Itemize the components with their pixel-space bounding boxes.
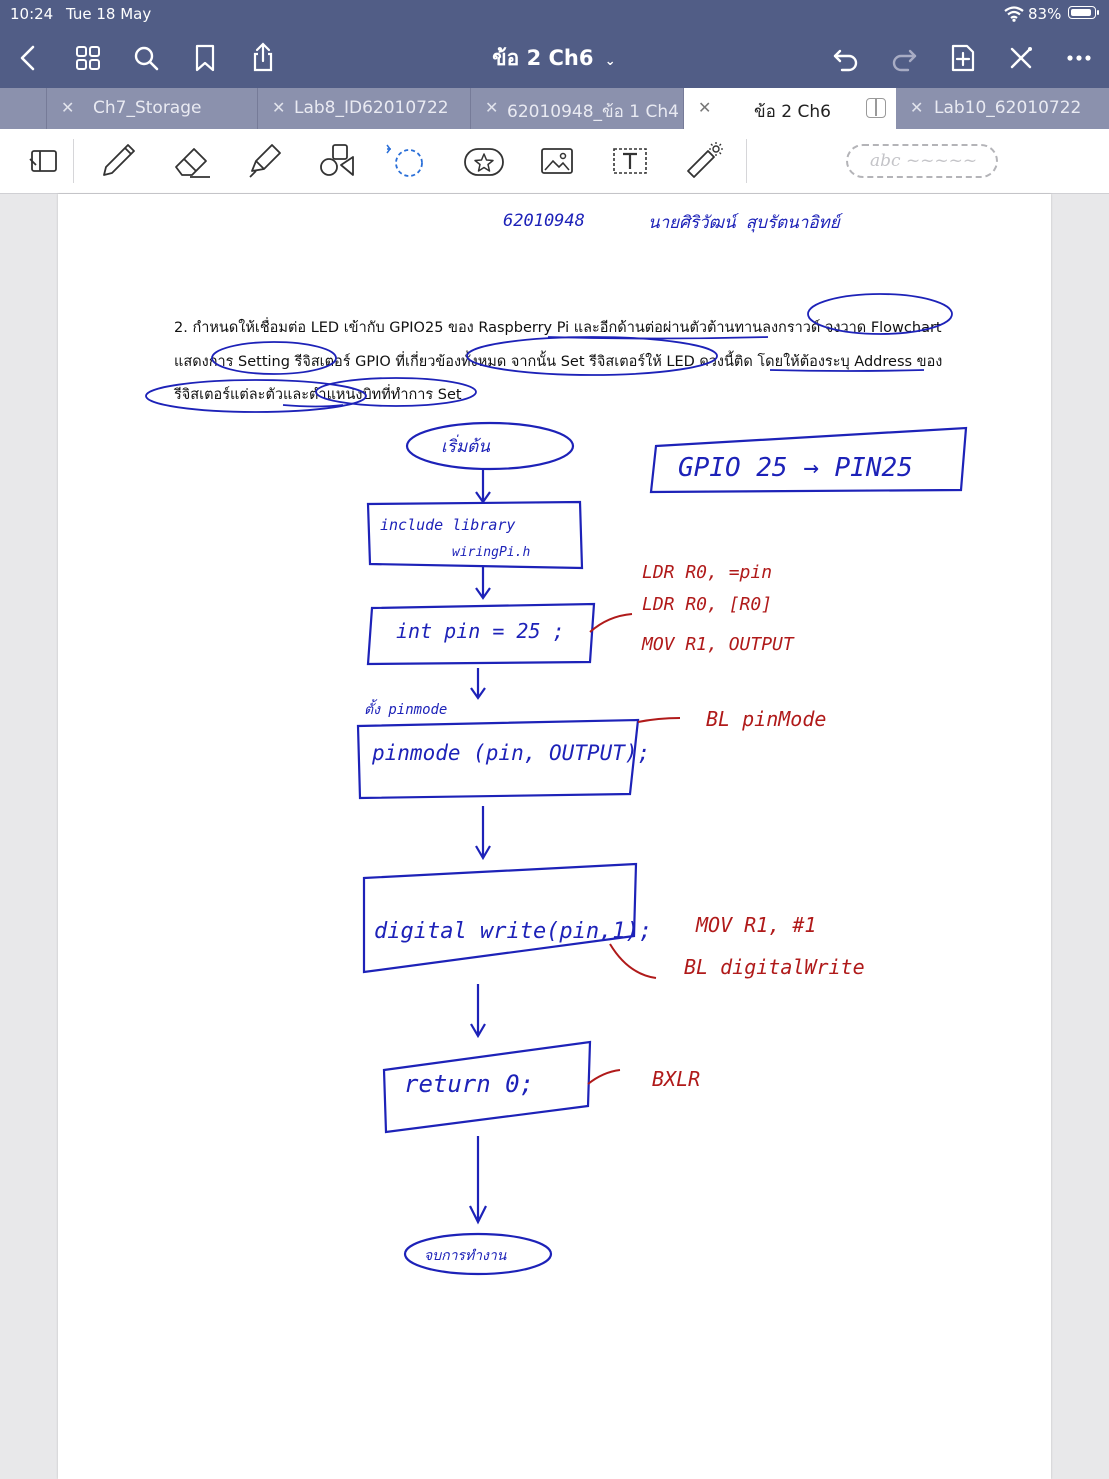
tab-lab8[interactable]: ✕ Lab8_ID62010722 bbox=[258, 88, 471, 129]
annotation-underline bbox=[282, 404, 344, 408]
flow-pinmode-text: pinmode (pin, OUTPUT); bbox=[371, 741, 650, 765]
asm-connectors bbox=[587, 613, 681, 1085]
tab-lab10[interactable]: ✕ Lab10_62010722 bbox=[896, 88, 1109, 129]
document-title[interactable]: ข้อ 2 Ch6 ⌄ bbox=[454, 42, 654, 75]
asm-int-pin-line-2: LDR R0, [R0] bbox=[642, 594, 772, 615]
split-view-icon[interactable] bbox=[866, 98, 886, 118]
asm-int-pin-line-1: LDR R0, =pin bbox=[642, 562, 772, 583]
close-icon[interactable]: ✕ bbox=[272, 98, 285, 117]
tab-q2-ch6[interactable]: ✕ ข้อ 2 Ch6 bbox=[684, 88, 896, 129]
asm-connector bbox=[637, 717, 681, 723]
tab-62010948-q1[interactable]: ✕ 62010948_ข้อ 1 Ch4 bbox=[471, 88, 684, 129]
tab-label: Lab10_62010722 bbox=[934, 98, 1082, 118]
asm-connector bbox=[589, 613, 633, 633]
close-icon[interactable]: ✕ bbox=[485, 98, 498, 117]
tab-label: Ch7_Storage bbox=[93, 98, 202, 118]
tool-read-only-icon[interactable] bbox=[22, 141, 66, 181]
flow-int-pin-text: int pin = 25 ; bbox=[396, 619, 565, 643]
chevron-down-icon: ⌄ bbox=[604, 54, 616, 69]
handwriting-input[interactable]: abc ~~~~~ bbox=[846, 144, 998, 178]
asm-pinmode: BL pinMode bbox=[706, 707, 826, 731]
asm-connector bbox=[587, 1069, 621, 1085]
redo-icon[interactable] bbox=[884, 38, 924, 78]
flow-start-text: เริ่มต้น bbox=[441, 434, 490, 457]
flow-digital-write-text: digital write(pin,1); bbox=[374, 919, 652, 944]
status-time: 10:24 bbox=[10, 5, 54, 23]
toolbar-divider bbox=[746, 139, 747, 183]
close-icon[interactable]: ✕ bbox=[698, 98, 711, 117]
flow-arrow bbox=[469, 1136, 487, 1225]
close-icon[interactable]: ✕ bbox=[910, 98, 923, 117]
flow-arrow bbox=[470, 668, 486, 700]
asm-digital-write-line-2: BL digitalWrite bbox=[684, 955, 865, 979]
eraser-icon[interactable] bbox=[170, 141, 214, 181]
annotation-oval bbox=[315, 377, 477, 407]
annotation-underline bbox=[547, 336, 769, 340]
annotation-oval bbox=[807, 293, 953, 335]
status-bar: 10:24 Tue 18 May 83% bbox=[0, 0, 1109, 28]
asm-int-pin-line-3: MOV R1, OUTPUT bbox=[641, 634, 795, 655]
image-icon[interactable] bbox=[535, 141, 579, 181]
tab-label: Lab8_ID62010722 bbox=[294, 98, 449, 118]
shapes-icon[interactable] bbox=[315, 141, 359, 181]
sticker-icon[interactable] bbox=[462, 141, 506, 181]
highlighter-icon[interactable] bbox=[242, 141, 286, 181]
asm-return: BXLR bbox=[652, 1067, 700, 1091]
toolbar-divider bbox=[73, 139, 74, 183]
bookmark-icon[interactable] bbox=[185, 38, 225, 78]
flow-arrow bbox=[475, 566, 491, 600]
back-icon[interactable] bbox=[8, 38, 48, 78]
battery-icon bbox=[1068, 6, 1096, 19]
asm-annotations: LDR R0, =pin LDR R0, [R0] MOV R1, OUTPUT… bbox=[641, 562, 865, 1091]
battery-tip bbox=[1097, 10, 1099, 15]
student-id-text: 62010948 bbox=[503, 211, 585, 231]
share-icon[interactable] bbox=[243, 38, 283, 78]
more-icon[interactable] bbox=[1059, 38, 1099, 78]
battery-percent: 83% bbox=[1028, 5, 1062, 23]
flow-arrow bbox=[475, 806, 491, 861]
document-title-text: ข้อ 2 Ch6 bbox=[492, 46, 594, 70]
close-tools-icon[interactable] bbox=[1001, 38, 1041, 78]
flow-include-line-1: include library bbox=[380, 516, 515, 534]
flow-return-text: return 0; bbox=[404, 1070, 534, 1098]
pen-icon[interactable] bbox=[96, 141, 140, 181]
undo-icon[interactable] bbox=[826, 38, 866, 78]
note-page[interactable]: 2. กำหนดให้เชื่อมต่อ LED เข้ากับ GPIO25 … bbox=[58, 194, 1051, 1479]
tool-bar: abc ~~~~~ bbox=[0, 129, 1109, 194]
tab-label: 62010948_ข้อ 1 Ch4 bbox=[507, 102, 679, 122]
lasso-icon[interactable] bbox=[383, 141, 427, 181]
flowchart-labels: เริ่มต้น include library wiringPi.h int … bbox=[364, 434, 652, 1264]
laser-pointer-icon[interactable] bbox=[682, 141, 726, 181]
flow-include-line-2: wiringPi.h bbox=[452, 545, 530, 560]
grid-icon[interactable] bbox=[68, 38, 108, 78]
handwriting-layer: 62010948 นายศิริวัฒน์ สุบรัตนาอิทย์ GPIO… bbox=[145, 211, 968, 1276]
student-name-text: นายศิริวัฒน์ สุบรัตนาอิทย์ bbox=[648, 213, 844, 233]
annotation-oval bbox=[211, 341, 337, 375]
flow-arrow bbox=[470, 984, 486, 1039]
annotation-oval bbox=[466, 336, 718, 376]
tab-ch7-storage[interactable]: ✕ Ch7_Storage bbox=[46, 88, 258, 129]
tab-bar: ✕ Ch7_Storage ✕ Lab8_ID62010722 ✕ 620109… bbox=[0, 88, 1109, 129]
nav-bar: ข้อ 2 Ch6 ⌄ bbox=[0, 28, 1109, 88]
flow-start-terminal bbox=[405, 421, 575, 471]
asm-connector bbox=[609, 943, 657, 979]
flow-pinmode-label: ตั้ง pinmode bbox=[364, 699, 447, 718]
status-date: Tue 18 May bbox=[66, 5, 152, 23]
flow-digital-write-box bbox=[362, 862, 638, 974]
annotation-oval bbox=[145, 379, 367, 413]
annotation-underline bbox=[769, 369, 925, 372]
text-box-icon[interactable] bbox=[608, 141, 652, 181]
flow-arrow bbox=[475, 470, 491, 504]
asm-digital-write-line-1: MOV R1, #1 bbox=[695, 913, 816, 937]
close-icon[interactable]: ✕ bbox=[61, 98, 74, 117]
tab-label: ข้อ 2 Ch6 bbox=[754, 102, 831, 122]
question-annotations bbox=[145, 293, 953, 413]
search-icon[interactable] bbox=[126, 38, 166, 78]
gpio-note-text: GPIO 25 → PIN25 bbox=[678, 453, 913, 483]
flow-end-text: จบการทำงาน bbox=[424, 1248, 507, 1264]
wifi-icon bbox=[1004, 6, 1024, 26]
add-page-icon[interactable] bbox=[943, 38, 983, 78]
